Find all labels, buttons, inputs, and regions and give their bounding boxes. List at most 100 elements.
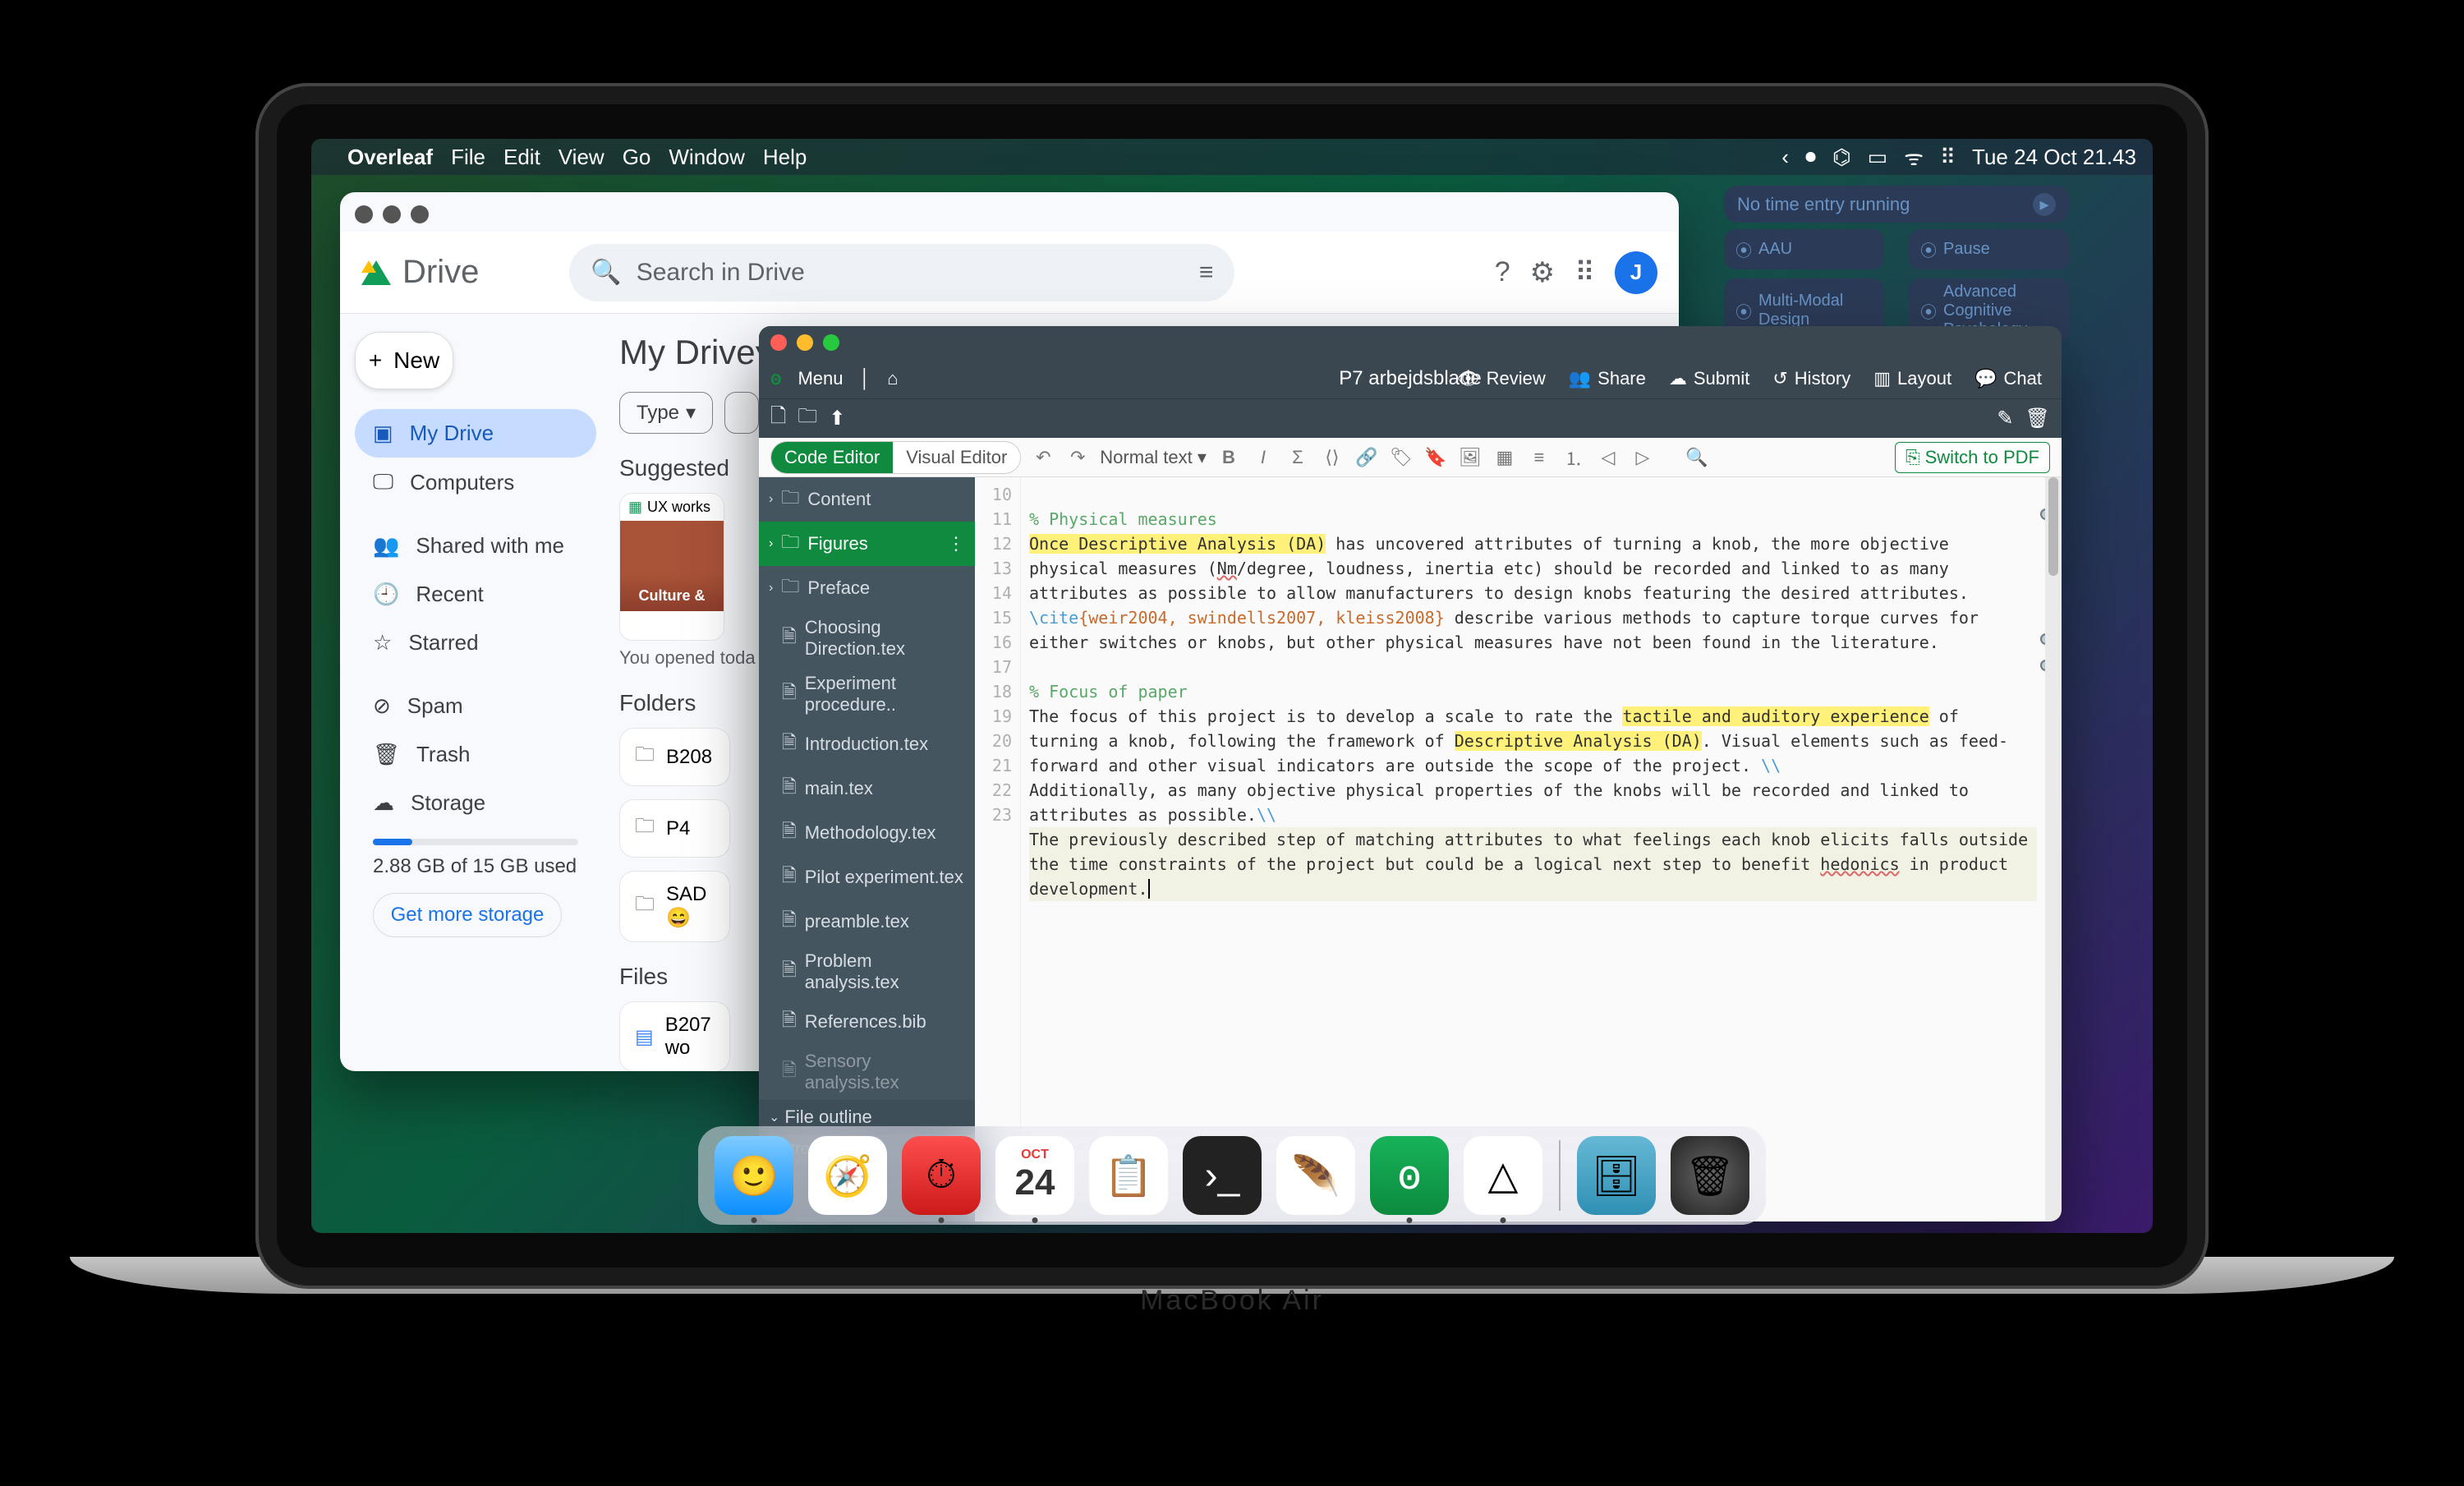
redo-icon[interactable]: ↷ xyxy=(1065,447,1090,468)
file-item[interactable]: 🗎 Methodology.tex xyxy=(759,811,975,855)
avatar[interactable]: J xyxy=(1615,251,1657,294)
search-filters-icon[interactable]: ≡ xyxy=(1199,259,1214,287)
tab-visual-editor[interactable]: Visual Editor xyxy=(893,442,1020,473)
drive-search-input[interactable]: 🔍 Search in Drive ≡ xyxy=(569,244,1234,301)
suggested-card[interactable]: ▦UX works Culture & xyxy=(619,493,724,641)
history-button[interactable]: ↺ History xyxy=(1764,363,1859,394)
menu-view[interactable]: View xyxy=(559,145,605,170)
hammerspoon-icon[interactable]: ⌬ xyxy=(1832,145,1851,170)
menu-edit[interactable]: Edit xyxy=(503,145,540,170)
control-center-icon[interactable]: ⠿ xyxy=(1940,145,1956,170)
nav-recent[interactable]: 🕘 Recent xyxy=(355,570,596,619)
maximize-icon[interactable] xyxy=(411,205,429,223)
link-icon[interactable]: 🔗 xyxy=(1354,447,1379,468)
folder-item[interactable]: 🗀P4 xyxy=(619,799,730,858)
textedit-icon[interactable]: 🪶 xyxy=(1276,1136,1355,1215)
switch-to-pdf-button[interactable]: ⎘ Switch to PDF xyxy=(1895,442,2050,473)
nav-starred[interactable]: ☆ Starred xyxy=(355,619,596,667)
play-icon[interactable]: ▸ xyxy=(2033,193,2056,216)
folder-preface[interactable]: ›🗀 Preface xyxy=(759,566,975,610)
apps-grid-icon[interactable]: ⠿ xyxy=(1574,256,1595,289)
folder-content[interactable]: ›🗀 Content xyxy=(759,477,975,522)
code-editor[interactable]: % Physical measures Once Descriptive Ana… xyxy=(1021,477,2045,1221)
file-item[interactable]: 🗎 main.tex xyxy=(759,766,975,811)
file-item[interactable]: 🗎 Problem analysis.tex xyxy=(759,944,975,1000)
toggl-label-aau[interactable]: ⦿ AAU xyxy=(1724,229,1884,269)
nav-shared[interactable]: 👥 Shared with me xyxy=(355,522,596,570)
calendar-icon[interactable]: OCT24 xyxy=(995,1136,1074,1215)
app-name[interactable]: Overleaf xyxy=(347,145,433,170)
chat-button[interactable]: 💬 Chat xyxy=(1966,363,2050,394)
minimize-icon[interactable] xyxy=(797,334,813,351)
file-item[interactable]: 🗎 Experiment procedure.. xyxy=(759,666,975,722)
outdent-icon[interactable]: ◁ xyxy=(1596,447,1620,468)
downloads-folder-icon[interactable]: 🗄 xyxy=(1577,1136,1656,1215)
terminal-icon[interactable]: ›_ xyxy=(1183,1136,1262,1215)
editor-mode-toggle[interactable]: Code Editor Visual Editor xyxy=(770,441,1021,474)
menu-help[interactable]: Help xyxy=(763,145,807,170)
indent-icon[interactable]: ▷ xyxy=(1630,447,1655,468)
rename-icon[interactable]: ✎ xyxy=(1997,407,2013,430)
trash-icon[interactable]: 🗑 xyxy=(1671,1136,1749,1215)
minimize-icon[interactable] xyxy=(383,205,401,223)
chevron-left-icon[interactable]: ‹ xyxy=(1781,145,1789,170)
share-button[interactable]: 👥 Share xyxy=(1561,363,1654,394)
number-list-icon[interactable]: ⒈ xyxy=(1561,444,1586,471)
close-icon[interactable] xyxy=(770,334,787,351)
gear-icon[interactable]: ⚙ xyxy=(1530,256,1555,289)
paragraph-style-dropdown[interactable]: Normal text ▾ xyxy=(1100,447,1207,468)
overleaf-dock-icon[interactable]: ꙩ xyxy=(1370,1136,1449,1215)
battery-icon[interactable]: ▭ xyxy=(1868,145,1888,170)
close-icon[interactable] xyxy=(355,205,373,223)
file-item[interactable]: 🗎 Sensory analysis.tex xyxy=(759,1044,975,1100)
safari-icon[interactable]: 🧭 xyxy=(808,1136,887,1215)
nav-storage[interactable]: ☁ Storage xyxy=(355,779,596,827)
wifi-icon[interactable]: ᯤ xyxy=(1904,142,1924,172)
folder-item[interactable]: 🗀B208 xyxy=(619,728,730,786)
file-item[interactable]: 🗎 Choosing Direction.tex xyxy=(759,610,975,666)
trash-icon[interactable]: 🗑 xyxy=(2025,407,2050,430)
menu-window[interactable]: Window xyxy=(669,145,744,170)
file-item[interactable]: 🗎 References.bib xyxy=(759,1000,975,1044)
menu-go[interactable]: Go xyxy=(623,145,651,170)
nav-trash[interactable]: 🗑 Trash xyxy=(355,730,596,779)
cite-icon[interactable]: 🏷 xyxy=(1389,447,1414,468)
google-drive-dock-icon[interactable]: △ xyxy=(1464,1136,1542,1215)
bold-icon[interactable]: B xyxy=(1216,447,1241,468)
nav-spam[interactable]: ⊘ Spam xyxy=(355,682,596,730)
file-item[interactable]: 🗎 Pilot experiment.tex xyxy=(759,855,975,899)
file-item[interactable]: 🗎 preamble.tex xyxy=(759,899,975,944)
toggl-menubar-icon[interactable]: ⏺ xyxy=(1805,144,1816,170)
bullet-list-icon[interactable]: ≡ xyxy=(1527,447,1551,468)
drive-logo[interactable]: Drive xyxy=(361,254,479,291)
table-icon[interactable]: ▦ xyxy=(1492,447,1517,468)
toggl-timer-widget[interactable]: No time entry running ▸ xyxy=(1724,186,2069,223)
italic-icon[interactable]: I xyxy=(1251,447,1276,468)
search-icon[interactable]: 🔍 xyxy=(1685,447,1709,468)
toggl-label-pause[interactable]: ⦿ Pause xyxy=(1909,229,2069,269)
new-file-icon[interactable]: 🗋 xyxy=(770,402,786,435)
layout-button[interactable]: ▥ Layout xyxy=(1865,363,1960,394)
help-icon[interactable]: ? xyxy=(1495,256,1510,288)
file-item[interactable]: 🗎 Introduction.tex xyxy=(759,722,975,766)
menubar-datetime[interactable]: Tue 24 Oct 21.43 xyxy=(1972,145,2136,170)
submit-button[interactable]: ☁ Submit xyxy=(1661,363,1758,394)
new-folder-icon[interactable]: 🗀 xyxy=(798,402,817,435)
folder-figures[interactable]: ›🗀 Figures⋮ xyxy=(759,522,975,566)
math-icon[interactable]: Σ xyxy=(1285,447,1310,468)
undo-icon[interactable]: ↶ xyxy=(1031,447,1055,468)
tab-code-editor[interactable]: Code Editor xyxy=(771,442,893,473)
finder-icon[interactable]: 🙂 xyxy=(715,1136,793,1215)
maximize-icon[interactable] xyxy=(823,334,839,351)
toggl-icon[interactable]: ⏱ xyxy=(902,1136,981,1215)
get-more-storage-button[interactable]: Get more storage xyxy=(373,893,562,937)
menu-button[interactable]: Menu xyxy=(789,363,851,394)
image-icon[interactable]: 🖼 xyxy=(1458,447,1483,468)
folder-item[interactable]: 🗀SAD 😄 xyxy=(619,871,730,942)
nav-computers[interactable]: 🖵 Computers xyxy=(355,458,596,507)
new-button[interactable]: +New xyxy=(355,332,453,389)
upload-icon[interactable]: ⬆ xyxy=(829,407,845,430)
home-icon[interactable]: ⌂ xyxy=(879,363,906,394)
filter-type-chip[interactable]: Type ▾ xyxy=(619,392,713,434)
editor-scrollbar[interactable] xyxy=(2045,477,2062,1221)
